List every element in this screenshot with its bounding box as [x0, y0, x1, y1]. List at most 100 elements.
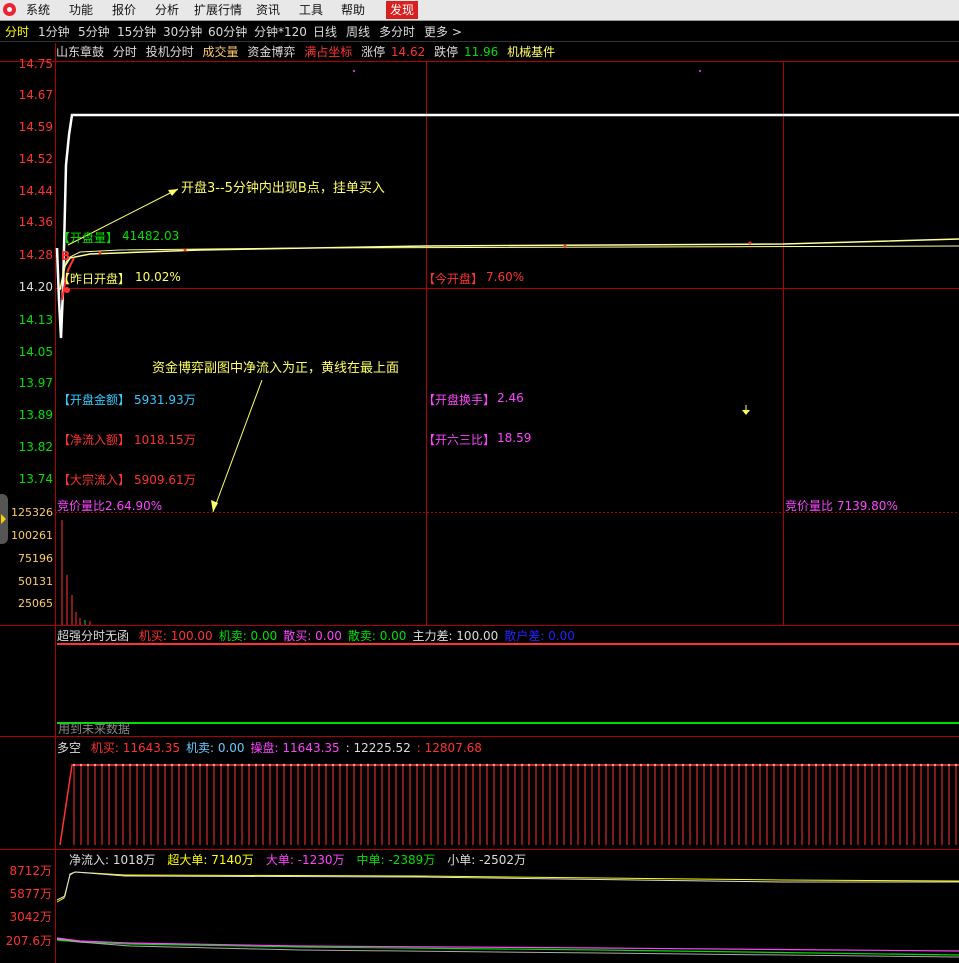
price-tick: 14.67	[18, 88, 53, 102]
panel2-dot	[800, 763, 804, 767]
panel2-dot	[569, 763, 573, 767]
annotation-buy-point: 开盘3--5分钟内出现B点，挂单买入	[181, 181, 385, 196]
panel2-dot	[926, 763, 930, 767]
panel2-dot	[436, 763, 440, 767]
panel2-dot	[457, 763, 461, 767]
panel2-dot	[177, 763, 181, 767]
panel2-dot	[135, 763, 139, 767]
panel1-item: 机买: 100.00	[138, 629, 213, 643]
panel2-dot	[268, 763, 272, 767]
panel2-dot	[373, 763, 377, 767]
panel2-dot	[422, 763, 426, 767]
limit-down-value: 11.96	[463, 45, 499, 59]
panel2-dot	[212, 763, 216, 767]
panel2-dot	[184, 763, 188, 767]
price-tick: 13.82	[18, 440, 53, 454]
panel3-header: 净流入: 1018万 超大单: 7140万 大单: -1230万 中单: -2389万…	[57, 851, 526, 868]
panel2-dot	[464, 763, 468, 767]
sector-label[interactable]: 机械基件	[507, 45, 555, 59]
panel2-dot	[142, 763, 146, 767]
price-tick: 14.44	[18, 184, 53, 198]
flow-tick: 5877万	[9, 887, 52, 901]
price-tick: 14.13	[18, 313, 53, 327]
panel3-item: 超大单: 7140万	[167, 853, 254, 867]
panel2-dot	[226, 763, 230, 767]
panel2-dot	[744, 763, 748, 767]
panel2-dot	[905, 763, 909, 767]
panel2-dot	[93, 763, 97, 767]
panel2-dot	[247, 763, 251, 767]
panel2-dot	[485, 763, 489, 767]
panel2-dot	[611, 763, 615, 767]
net-inflow-value: 1018.15万	[134, 433, 196, 447]
indicator-speculate[interactable]: 投机分时	[146, 45, 194, 59]
panel2-dot	[688, 763, 692, 767]
panel3-item: 小单: -2502万	[447, 853, 527, 867]
panel2-dot	[912, 763, 916, 767]
panel1-title[interactable]: 超强分时无函	[57, 629, 129, 643]
auction-ratio-left: 竞价量比2.64.90%	[57, 499, 163, 513]
panel2-dot	[681, 763, 685, 767]
panel2-dot	[121, 763, 125, 767]
panel2-dot	[338, 763, 342, 767]
panel2-dot	[310, 763, 314, 767]
price-tick: 14.59	[18, 120, 53, 134]
block-flow-label: 【大宗流入】	[58, 473, 131, 487]
panel2-dot	[884, 763, 888, 767]
panel2-dot	[562, 763, 566, 767]
panel2-dot	[716, 763, 720, 767]
panel2-item: : 12225.52	[345, 741, 411, 755]
prev-open-value: 10.02%	[135, 270, 181, 284]
panel2-item: 机买: 11643.35	[90, 741, 180, 755]
panel2-title[interactable]: 多空	[57, 741, 81, 755]
panel2-dot	[737, 763, 741, 767]
panel2-dot	[296, 763, 300, 767]
view-label: 分时	[112, 45, 137, 59]
open-amount-value: 5931.93万	[134, 393, 196, 407]
panel2-dot	[107, 763, 111, 767]
panel2-dot	[541, 763, 545, 767]
panel2-dot	[506, 763, 510, 767]
panel2-dot	[72, 763, 76, 767]
panel2-dot	[597, 763, 601, 767]
panel2-dot	[156, 763, 160, 767]
panel2-dot	[807, 763, 811, 767]
annotation-net-inflow: 资金博弈副图中净流入为正，黄线在最上面	[152, 361, 400, 376]
open-amount-label: 【开盘金额】	[58, 393, 131, 407]
panel2-dot	[289, 763, 293, 767]
today-open-label: 【今开盘】	[423, 272, 484, 286]
panel2-dot	[387, 763, 391, 767]
panel2-dot	[576, 763, 580, 767]
panel1-header: 超强分时无函 机买: 100.00 机卖: 0.00 散买: 0.00 散卖: 0.0…	[57, 627, 575, 644]
price-tick: 14.05	[18, 345, 53, 359]
panel3-item: 中单: -2389万	[356, 853, 436, 867]
panel2-dot	[394, 763, 398, 767]
panel2-dot	[863, 763, 867, 767]
panel2-dot	[919, 763, 923, 767]
price-tick: 13.74	[18, 472, 53, 486]
panel2-dot	[709, 763, 713, 767]
panel2-dot	[772, 763, 776, 767]
panel2-dot	[429, 763, 433, 767]
panel2-dot	[625, 763, 629, 767]
panel2-dot	[240, 763, 244, 767]
panel2-dot	[401, 763, 405, 767]
panel2-dot	[828, 763, 832, 767]
open-volume-label: 【开盘量】	[58, 231, 119, 245]
flow-tick: 8712万	[9, 864, 52, 878]
panel2-item: 操盘: 11643.35	[250, 741, 340, 755]
side-collapse-handle[interactable]	[0, 494, 8, 544]
panel2-dot	[345, 763, 349, 767]
full-coord-toggle[interactable]: 满占坐标	[304, 45, 352, 59]
indicator-fund-game[interactable]: 资金博弈	[247, 45, 295, 59]
panel1-item: 散户差: 0.00	[504, 629, 575, 643]
volume-tick: 25065	[18, 597, 53, 610]
price-tick: 14.36	[18, 215, 53, 229]
indicator-volume[interactable]: 成交量	[203, 45, 239, 59]
today-open-value: 7.60%	[486, 270, 525, 284]
panel2-dot	[359, 763, 363, 767]
panel2-item: 机卖: 0.00	[185, 741, 245, 755]
volume-tick: 50131	[18, 575, 53, 588]
panel2-dot	[653, 763, 657, 767]
net-inflow-label: 【净流入额】	[58, 433, 131, 447]
